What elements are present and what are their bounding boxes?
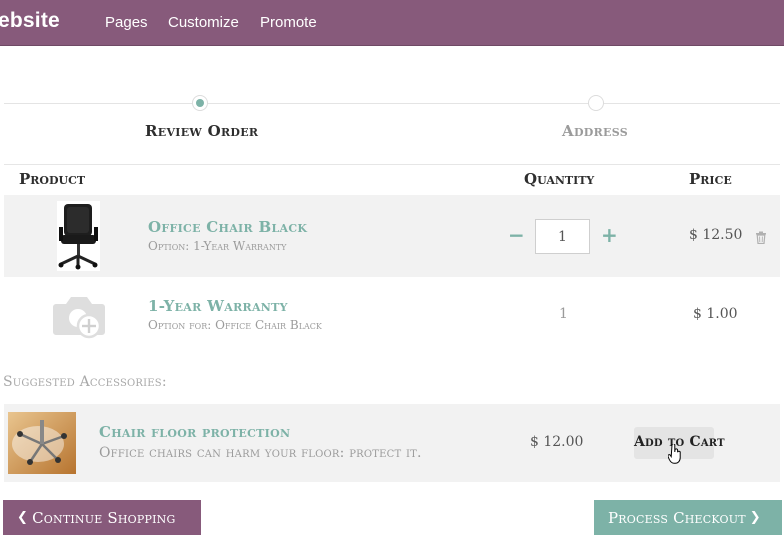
wizard-step-review-dot xyxy=(192,95,208,111)
process-checkout-label: Process Checkout xyxy=(608,508,746,527)
divider xyxy=(4,164,780,165)
suggested-accessories-title: Suggested Accessories: xyxy=(3,374,167,390)
column-header-price: Price xyxy=(689,170,732,188)
process-checkout-button[interactable]: Process Checkout ❯ xyxy=(594,500,782,535)
product-name-link[interactable]: 1-Year Warranty xyxy=(148,297,288,315)
quantity-increase-button[interactable]: + xyxy=(601,225,618,245)
product-option: Option for: Office Chair Black xyxy=(148,318,322,332)
wizard-step-address-dot xyxy=(588,95,604,111)
chevron-right-icon: ❯ xyxy=(749,510,761,525)
top-navbar: ebsite Pages Customize Promote xyxy=(0,0,784,46)
line-price: $ 1.00 xyxy=(693,306,738,322)
camera-placeholder-icon xyxy=(52,292,106,344)
continue-shopping-button[interactable]: ❮ Continue Shopping xyxy=(3,500,201,535)
chevron-left-icon: ❮ xyxy=(17,510,29,525)
accessory-price: $ 12.00 xyxy=(530,434,584,450)
hand-pointer-cursor-icon xyxy=(667,443,682,468)
wizard-progress-line xyxy=(4,103,780,104)
floor-protection-image[interactable] xyxy=(8,412,76,474)
quantity-input[interactable]: 1 xyxy=(535,219,590,254)
office-chair-image[interactable] xyxy=(57,201,100,271)
column-header-product: Product xyxy=(19,170,86,188)
menu-customize[interactable]: Customize xyxy=(168,14,239,31)
wizard-step-address-label: Address xyxy=(562,122,628,140)
menu-pages[interactable]: Pages xyxy=(105,14,148,31)
quantity-input-value: 1 xyxy=(558,228,567,245)
continue-shopping-label: Continue Shopping xyxy=(32,508,176,527)
brand-name[interactable]: ebsite xyxy=(0,9,60,33)
accessory-description: Office chairs can harm your floor: prote… xyxy=(99,445,422,461)
accessory-name-link[interactable]: Chair floor protection xyxy=(99,423,290,441)
product-option: Option: 1-Year Warranty xyxy=(148,239,287,253)
wizard-step-review-label: Review Order xyxy=(145,122,259,140)
cart-row xyxy=(4,195,780,277)
quantity-decrease-button[interactable]: − xyxy=(508,225,525,245)
line-price: $ 12.50 xyxy=(689,227,743,243)
trash-icon[interactable] xyxy=(755,229,767,248)
column-header-quantity: Quantity xyxy=(524,170,595,188)
quantity-value: 1 xyxy=(559,306,568,322)
menu-promote[interactable]: Promote xyxy=(260,14,317,31)
product-name-link[interactable]: Office Chair Black xyxy=(148,218,307,236)
